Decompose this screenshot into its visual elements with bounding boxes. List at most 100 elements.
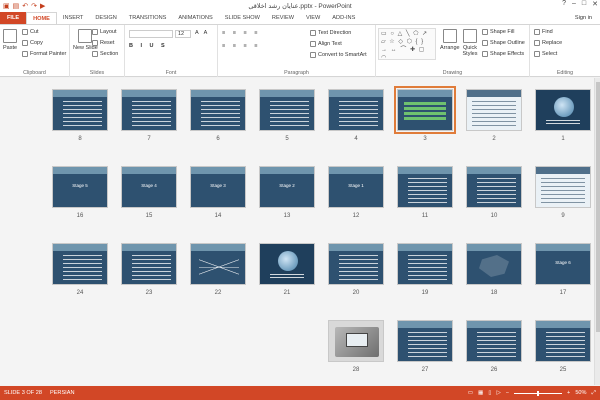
slide-title-band <box>53 167 107 174</box>
quick-styles-button[interactable]: Quick Styles <box>460 29 480 57</box>
slides-group: New Slide Layout Reset Section Slides <box>70 25 125 77</box>
slide-thumbnail[interactable] <box>394 86 456 134</box>
slide-thumbnail[interactable] <box>328 89 384 131</box>
slide-thumbnail[interactable]: Stage 4 <box>121 166 177 208</box>
shape-fill-button[interactable]: Shape Fill <box>482 29 514 35</box>
slide-thumbnail[interactable] <box>466 166 522 208</box>
slide-thumbnail[interactable] <box>121 89 177 131</box>
slide-thumbnail[interactable] <box>466 320 522 362</box>
font-name-combo[interactable] <box>129 30 173 38</box>
zoom-level[interactable]: 50% <box>575 390 586 396</box>
section-button[interactable]: Section <box>92 51 118 57</box>
slide-thumbnail[interactable] <box>535 89 591 131</box>
arrange-button[interactable]: Arrange <box>440 29 460 51</box>
sign-in-link[interactable]: Sign in <box>575 12 600 24</box>
find-button[interactable]: Find <box>534 29 553 35</box>
fit-slide-icon[interactable]: ⤢ <box>592 390 596 397</box>
slide-title-band <box>329 90 383 97</box>
slide-thumbnail[interactable] <box>52 89 108 131</box>
close-icon[interactable]: ✕ <box>592 0 598 8</box>
slide-text-lines <box>201 101 240 127</box>
diagram-graphic <box>199 256 239 280</box>
cut-button[interactable]: Cut <box>22 29 39 35</box>
slide-thumbnail[interactable]: Stage 6 <box>535 243 591 285</box>
slide-thumbnail[interactable] <box>121 243 177 285</box>
shape-effects-button[interactable]: Shape Effects <box>482 51 524 57</box>
slide-text-lines <box>132 101 171 127</box>
zoom-slider[interactable] <box>514 390 563 396</box>
minimize-icon[interactable]: – <box>572 0 576 8</box>
slide-number: 22 <box>214 290 222 296</box>
tab-view[interactable]: VIEW <box>300 12 326 24</box>
slide-text-lines <box>546 120 580 126</box>
slide-thumbnail[interactable] <box>328 243 384 285</box>
zoom-out-icon[interactable]: − <box>506 390 509 396</box>
slideshow-view-icon[interactable]: ▷ <box>496 390 500 396</box>
select-button[interactable]: Select <box>534 51 557 57</box>
slide-thumbnail[interactable]: Stage 2 <box>259 166 315 208</box>
effects-icon <box>482 51 488 57</box>
slide-thumbnail[interactable] <box>466 243 522 285</box>
slide-thumbnail[interactable] <box>535 320 591 362</box>
slide-thumbnail[interactable] <box>259 89 315 131</box>
slide-sorter-view-icon[interactable]: ▦ <box>478 390 483 396</box>
normal-view-icon[interactable]: ▭ <box>468 390 473 396</box>
slide-thumbnail[interactable] <box>397 243 453 285</box>
vertical-scrollbar[interactable] <box>594 78 600 385</box>
layout-button[interactable]: Layout <box>92 29 117 35</box>
tab-file[interactable]: FILE <box>0 12 27 24</box>
text-direction-button[interactable]: Text Direction <box>310 30 351 36</box>
font-size-combo[interactable]: 12 <box>175 30 191 38</box>
paste-button[interactable]: Paste <box>3 29 17 51</box>
slide-sorter: 1 2 3 4 5 6 7 8 9 10 11 Stage 1 12 Stage 2 13 Stage 3 14… <box>0 78 600 385</box>
help-icon[interactable]: ? <box>562 0 566 8</box>
font-style-buttons[interactable]: B I U S <box>129 43 168 49</box>
slide-thumbnail[interactable] <box>328 320 384 362</box>
reset-button[interactable]: Reset <box>92 40 114 46</box>
slide-thumbnail[interactable]: Stage 5 <box>52 166 108 208</box>
clipboard-group: Paste Cut Copy Format Painter Clipboard <box>0 25 70 77</box>
slide-thumbnail[interactable] <box>397 320 453 362</box>
copy-button[interactable]: Copy <box>22 40 43 46</box>
tab-add-ins[interactable]: ADD-INS <box>326 12 361 24</box>
drawing-label: Drawing <box>442 70 463 76</box>
convert-smartart-button[interactable]: Convert to SmartArt <box>310 52 367 58</box>
tab-transitions[interactable]: TRANSITIONS <box>123 12 173 24</box>
align-buttons[interactable]: ≡ ≡ ≡ ≡ <box>222 43 260 49</box>
scrollbar-thumb[interactable] <box>596 82 600 332</box>
reading-view-icon[interactable]: ▯ <box>488 390 491 396</box>
slide-text-lines <box>63 101 102 127</box>
slide-thumbnail[interactable] <box>466 89 522 131</box>
slide-thumbnail[interactable]: Stage 1 <box>328 166 384 208</box>
smartart-icon <box>310 52 316 58</box>
format-painter-button[interactable]: Format Painter <box>22 51 66 57</box>
replace-button[interactable]: Replace <box>534 40 562 46</box>
tab-home[interactable]: HOME <box>26 12 57 24</box>
tab-insert[interactable]: INSERT <box>57 12 89 24</box>
shape-outline-button[interactable]: Shape Outline <box>482 40 525 46</box>
slide-thumbnail[interactable] <box>535 166 591 208</box>
language-indicator[interactable]: PERSIAN <box>50 390 75 396</box>
slide-title-band <box>260 167 314 174</box>
tab-review[interactable]: REVIEW <box>266 12 300 24</box>
zoom-slider-knob[interactable] <box>537 390 540 396</box>
tab-design[interactable]: DESIGN <box>89 12 122 24</box>
slide-thumbnail[interactable] <box>52 243 108 285</box>
tab-animations[interactable]: ANIMATIONS <box>172 12 218 24</box>
tab-slide-show[interactable]: SLIDE SHOW <box>219 12 266 24</box>
font-grow-shrink-buttons[interactable]: A A <box>195 30 209 36</box>
slide-thumbnail[interactable] <box>397 166 453 208</box>
slide-thumbnail[interactable] <box>190 89 246 131</box>
slide-thumbnail[interactable] <box>259 243 315 285</box>
align-text-button[interactable]: Align Text <box>310 41 342 47</box>
slide-thumbnail[interactable]: Stage 3 <box>190 166 246 208</box>
slide-thumbnail[interactable] <box>190 243 246 285</box>
slide-number: 10 <box>490 213 498 219</box>
slide-number: 5 <box>285 136 289 142</box>
zoom-in-icon[interactable]: + <box>567 390 570 396</box>
shapes-gallery[interactable]: ▭ ○ △ ╲ ⬠ ↗ ▱ ☆ ◇ ⬡ { } → ↔ ⌒ ✚ ▢ ◠ <box>378 28 436 61</box>
layout-icon <box>92 29 98 35</box>
slide-number: 26 <box>490 367 498 373</box>
maximize-icon[interactable]: □ <box>582 0 586 8</box>
list-buttons[interactable]: ≡ ≡ ≡ ≡ <box>222 30 260 36</box>
